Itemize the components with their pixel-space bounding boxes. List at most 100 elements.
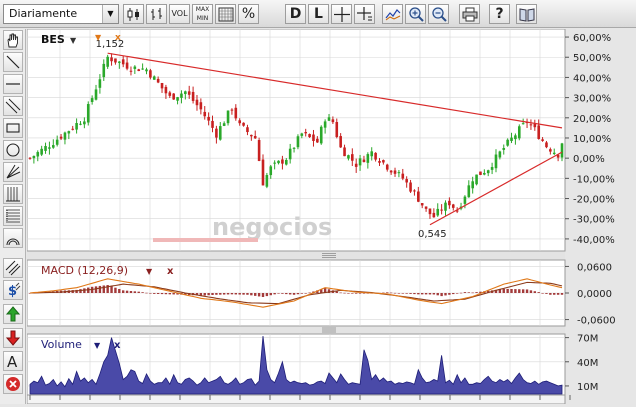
candle-body bbox=[215, 128, 218, 138]
price-panel-menu-icon[interactable]: ▼ bbox=[70, 36, 77, 45]
candle-body bbox=[269, 166, 273, 176]
candle-body bbox=[191, 91, 195, 101]
macd-histogram-bar bbox=[300, 293, 304, 294]
log-scale-button[interactable]: L bbox=[308, 4, 329, 24]
trend-line-tool-button[interactable] bbox=[3, 52, 23, 72]
candle-body bbox=[552, 152, 556, 154]
y-tick-label: 20,00% bbox=[573, 114, 611, 125]
buy-arrow-tool-button[interactable] bbox=[3, 304, 23, 324]
macd-remove-icon[interactable]: x bbox=[167, 266, 174, 277]
delete-all-button[interactable] bbox=[3, 374, 23, 394]
candle-body bbox=[351, 154, 354, 161]
gann-lines-tool-button[interactable] bbox=[3, 184, 23, 204]
horizontal-line-tool-button[interactable] bbox=[3, 74, 23, 94]
daily-button[interactable]: D bbox=[285, 4, 306, 24]
price-marker-remove-icon[interactable]: x bbox=[115, 33, 121, 43]
candle-body bbox=[176, 97, 179, 101]
candle-body bbox=[428, 208, 432, 215]
panel-splitter[interactable] bbox=[27, 327, 565, 333]
gann-lines-icon bbox=[6, 187, 20, 202]
vol-label: VOL bbox=[171, 9, 188, 18]
candle-body bbox=[529, 124, 533, 126]
macd-histogram-bar bbox=[114, 287, 117, 293]
candlestick-button[interactable] bbox=[123, 4, 144, 24]
panel-splitter[interactable] bbox=[27, 252, 565, 259]
zoom-out-button[interactable] bbox=[428, 4, 449, 24]
candle-body bbox=[133, 66, 137, 69]
fibonacci-arcs-tool-button[interactable] bbox=[3, 228, 23, 248]
macd-histogram-bar bbox=[230, 293, 234, 295]
text-tool-button[interactable]: A bbox=[3, 351, 23, 371]
candle-body bbox=[288, 148, 292, 160]
candle-body bbox=[517, 126, 521, 139]
candle-body bbox=[296, 136, 300, 148]
macd-histogram-bar bbox=[448, 293, 451, 295]
candle-body bbox=[102, 63, 106, 78]
candle-body bbox=[242, 122, 245, 126]
macd-histogram-bar bbox=[145, 292, 148, 294]
ohlc-button[interactable] bbox=[146, 4, 167, 24]
macd-panel-menu-icon[interactable]: ▼ bbox=[146, 267, 153, 276]
crosshair-button[interactable] bbox=[331, 4, 352, 24]
indicators-button[interactable] bbox=[382, 4, 403, 24]
volume-remove-icon[interactable]: x bbox=[114, 340, 121, 351]
rectangle-tool-button[interactable] bbox=[3, 118, 23, 138]
dollar-tool-button[interactable]: $ bbox=[3, 280, 23, 300]
volume-panel-menu-icon[interactable]: ▼ bbox=[94, 341, 101, 350]
macd-histogram-bar bbox=[537, 292, 540, 293]
macd-histogram-bar bbox=[397, 293, 401, 294]
maxmin-button[interactable]: MAX MIN bbox=[192, 4, 213, 24]
sell-arrow-tool-button[interactable] bbox=[3, 328, 23, 348]
pitchfork-tool-button[interactable] bbox=[3, 162, 23, 182]
help-button[interactable]: ? bbox=[489, 4, 510, 24]
macd-histogram-bar bbox=[459, 292, 463, 294]
candle-body bbox=[180, 93, 183, 98]
y-tick-label: -40,00% bbox=[573, 235, 615, 246]
macd-histogram-bar bbox=[424, 293, 428, 295]
macd-histogram-bar bbox=[354, 293, 358, 294]
zoom-in-button[interactable] bbox=[405, 4, 426, 24]
parallel-lines-tool-button[interactable] bbox=[3, 96, 23, 116]
chart-canvas[interactable]: negocios 1,1520,545 60,00%50,00%40,00%30… bbox=[26, 28, 636, 405]
fibonacci-icon bbox=[6, 209, 20, 223]
candle-body bbox=[55, 139, 59, 145]
candlestick-icon bbox=[127, 8, 139, 21]
macd-histogram-bar bbox=[226, 293, 230, 295]
crosshair-label-icon bbox=[357, 7, 372, 21]
fibonacci-tool-button[interactable] bbox=[3, 206, 23, 226]
y-tick-label: 40,00% bbox=[573, 73, 611, 84]
candle-body bbox=[226, 110, 230, 124]
macd-histogram-bar bbox=[277, 293, 280, 294]
volume-toggle-button[interactable]: VOL bbox=[169, 4, 190, 24]
macd-histogram-bar bbox=[156, 293, 160, 294]
macd-histogram-bar bbox=[529, 290, 533, 293]
channel-tool-button[interactable] bbox=[3, 258, 23, 278]
candle-body bbox=[48, 147, 51, 149]
candle-body bbox=[246, 127, 249, 133]
crosshair-label-button[interactable] bbox=[354, 4, 375, 24]
period-select[interactable]: Diariamente ▼ bbox=[3, 4, 119, 24]
help-label: ? bbox=[495, 6, 504, 22]
percent-button[interactable]: % bbox=[238, 4, 259, 24]
max-label: MAX bbox=[195, 6, 210, 13]
macd-histogram-bar bbox=[296, 293, 300, 295]
candle-body bbox=[358, 158, 362, 166]
circle-tool-button[interactable] bbox=[3, 140, 23, 160]
chevron-down-icon[interactable]: ▼ bbox=[102, 5, 118, 23]
hand-tool-button[interactable] bbox=[3, 30, 23, 50]
macd-histogram-bar bbox=[475, 292, 478, 293]
macd-histogram-bar bbox=[288, 293, 292, 295]
macd-histogram-bar bbox=[215, 293, 218, 295]
trend-line-icon bbox=[6, 55, 20, 69]
candle-body bbox=[316, 138, 319, 143]
log-label: L bbox=[314, 6, 323, 22]
grid-button[interactable] bbox=[215, 4, 236, 24]
candle-body bbox=[281, 159, 284, 164]
print-button[interactable] bbox=[459, 4, 480, 24]
candle-body bbox=[312, 134, 315, 141]
book-button[interactable] bbox=[516, 4, 537, 24]
macd-histogram-bar bbox=[242, 293, 245, 295]
macd-histogram-bar bbox=[335, 291, 338, 293]
macd-histogram-bar bbox=[510, 289, 513, 293]
macd-histogram-bar bbox=[129, 291, 133, 293]
